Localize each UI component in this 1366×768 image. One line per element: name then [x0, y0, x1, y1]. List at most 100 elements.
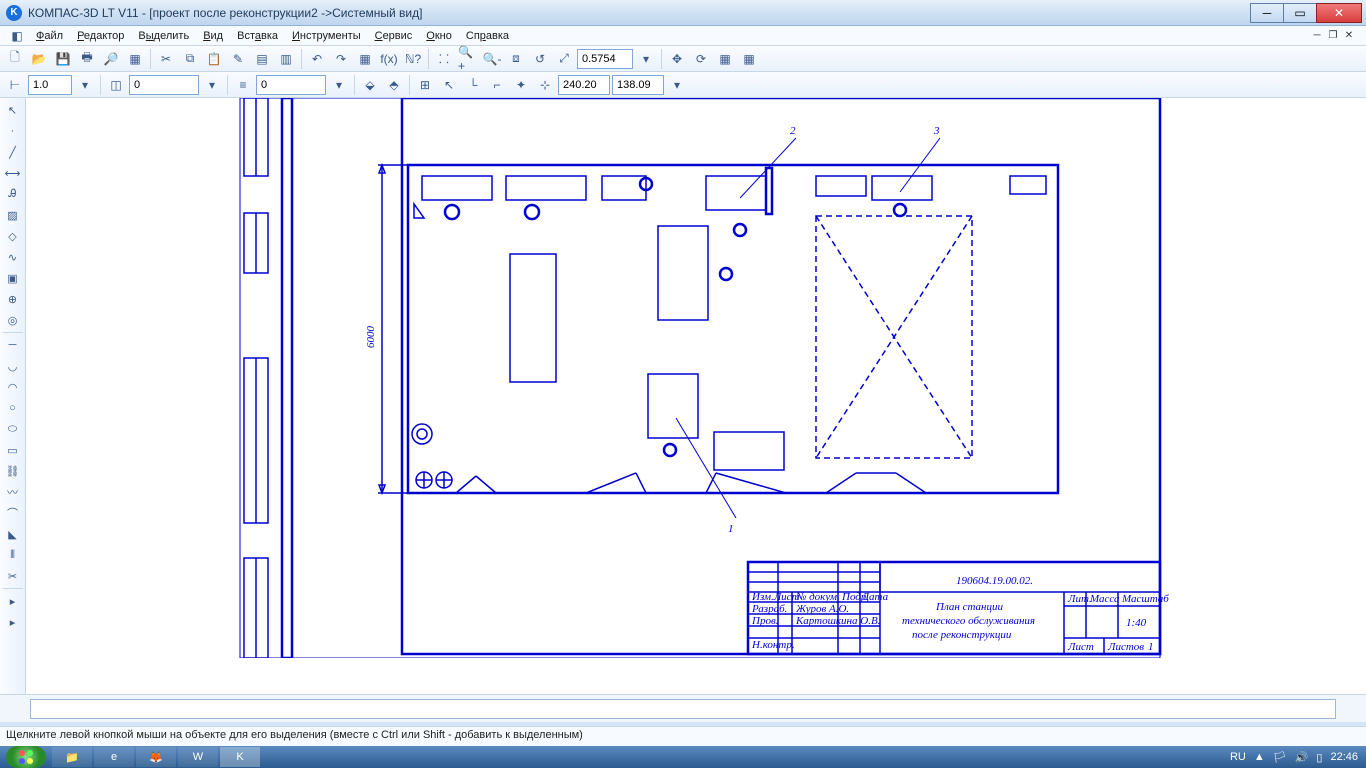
- vtool-offset-icon[interactable]: ⫴: [2, 545, 24, 565]
- maximize-button[interactable]: ▭: [1283, 3, 1317, 23]
- format-icon[interactable]: ✎: [227, 48, 249, 70]
- stop-icon[interactable]: ⊢: [4, 74, 26, 96]
- tray-lang[interactable]: RU: [1230, 751, 1246, 763]
- vtool-point-icon[interactable]: ·: [2, 121, 24, 141]
- prop3-input[interactable]: [256, 75, 326, 95]
- tray-flag-icon[interactable]: ▲: [1254, 751, 1265, 763]
- move-view-icon[interactable]: ⸬: [433, 48, 455, 70]
- command-input[interactable]: [30, 699, 1336, 719]
- grid-icon[interactable]: ▦: [714, 48, 736, 70]
- menu-insert[interactable]: Вставка: [231, 28, 284, 44]
- fx-icon[interactable]: f(x): [378, 48, 400, 70]
- tray-vol-icon[interactable]: 🔊: [1295, 751, 1309, 764]
- vtool-fillet-icon[interactable]: ⌒: [2, 503, 24, 523]
- zoom-window-icon[interactable]: ⧈: [505, 48, 527, 70]
- layer-icon[interactable]: ◫: [105, 74, 127, 96]
- redraw-icon[interactable]: ⟳: [690, 48, 712, 70]
- linetype-icon[interactable]: ≡: [232, 74, 254, 96]
- vtool-param-icon[interactable]: ⊕: [2, 289, 24, 309]
- props-icon[interactable]: ▦: [124, 48, 146, 70]
- ortho-icon[interactable]: └: [462, 74, 484, 96]
- dd4-icon[interactable]: ▾: [666, 74, 688, 96]
- select2-icon[interactable]: ▥: [275, 48, 297, 70]
- select-all-icon[interactable]: ▤: [251, 48, 273, 70]
- prop2-input[interactable]: [129, 75, 199, 95]
- vtool-ellipse-icon[interactable]: ⬭: [2, 419, 24, 439]
- copy-icon[interactable]: ⧉: [179, 48, 201, 70]
- save-icon[interactable]: 💾: [52, 48, 74, 70]
- snap2-icon[interactable]: ⬘: [383, 74, 405, 96]
- menu-service[interactable]: Сервис: [369, 28, 419, 44]
- vtool-arc2-icon[interactable]: ◠: [2, 377, 24, 397]
- tray-net-icon[interactable]: 🏳: [1273, 751, 1287, 764]
- zoom-in-icon[interactable]: 🔍+: [457, 48, 479, 70]
- dd1-icon[interactable]: ▾: [74, 74, 96, 96]
- mdi-restore-button[interactable]: ❐: [1326, 30, 1340, 42]
- vtool-dim-icon[interactable]: ⟷: [2, 163, 24, 183]
- layers-icon[interactable]: ▦: [354, 48, 376, 70]
- menu-help[interactable]: Справка: [460, 28, 515, 44]
- print-icon[interactable]: 🖶: [76, 48, 98, 70]
- vtool-edit-icon[interactable]: ▣: [2, 268, 24, 288]
- menu-tools[interactable]: Инструменты: [286, 28, 367, 44]
- task-firefox[interactable]: 🦊: [136, 747, 176, 767]
- prop1-input[interactable]: [28, 75, 72, 95]
- cursor-icon[interactable]: ↖: [438, 74, 460, 96]
- start-button[interactable]: [6, 746, 46, 768]
- ortho2-icon[interactable]: ⌐: [486, 74, 508, 96]
- vtool-bezier-icon[interactable]: 〰: [2, 482, 24, 502]
- vtool-hatch-icon[interactable]: ▨: [2, 205, 24, 225]
- minimize-button[interactable]: ─: [1250, 3, 1284, 23]
- task-kompas[interactable]: K: [220, 747, 260, 767]
- vtool-measure-icon[interactable]: ◎: [2, 310, 24, 330]
- vtool-chamfer-icon[interactable]: ◣: [2, 524, 24, 544]
- vtool-rect-icon[interactable]: ▭: [2, 440, 24, 460]
- grid3-icon[interactable]: ⊞: [414, 74, 436, 96]
- zoom-prev-icon[interactable]: ↺: [529, 48, 551, 70]
- zoom-dd-icon[interactable]: ▾: [635, 48, 657, 70]
- close-button[interactable]: ✕: [1316, 3, 1362, 23]
- x-input[interactable]: [558, 75, 610, 95]
- task-ie[interactable]: e: [94, 747, 134, 767]
- vtool-shape-icon[interactable]: ◇: [2, 226, 24, 246]
- dd3-icon[interactable]: ▾: [328, 74, 350, 96]
- dd2-icon[interactable]: ▾: [201, 74, 223, 96]
- vtool-more2-icon[interactable]: ▸: [2, 612, 24, 632]
- redo-icon[interactable]: ↷: [330, 48, 352, 70]
- task-explorer[interactable]: 📁: [52, 747, 92, 767]
- coord-icon[interactable]: ⊹: [534, 74, 556, 96]
- cut-icon[interactable]: ✂: [155, 48, 177, 70]
- snap1-icon[interactable]: ⬙: [359, 74, 381, 96]
- help-icon[interactable]: ℕ?: [402, 48, 424, 70]
- paste-icon[interactable]: 📋: [203, 48, 225, 70]
- tray-time[interactable]: 22:46: [1330, 751, 1358, 763]
- snap3-icon[interactable]: ✦: [510, 74, 532, 96]
- vtool-circle-icon[interactable]: ○: [2, 398, 24, 418]
- menu-edit[interactable]: Редактор: [71, 28, 130, 44]
- y-input[interactable]: [612, 75, 664, 95]
- vtool-text-icon[interactable]: Ꭿ: [2, 184, 24, 204]
- app-menu-icon[interactable]: ◧: [6, 25, 28, 47]
- vtool-arc-icon[interactable]: ◡: [2, 356, 24, 376]
- mdi-close-button[interactable]: ✕: [1342, 30, 1356, 42]
- preview-icon[interactable]: 🔎: [100, 48, 122, 70]
- vtool-line-icon[interactable]: ╱: [2, 142, 24, 162]
- vtool-spline-icon[interactable]: ∿: [2, 247, 24, 267]
- tray-more-icon[interactable]: ▯: [1316, 751, 1322, 764]
- pan-icon[interactable]: ✥: [666, 48, 688, 70]
- new-icon[interactable]: 🗋: [4, 48, 26, 70]
- vtool-chain-icon[interactable]: ⛓: [2, 461, 24, 481]
- vtool-select-icon[interactable]: ↖: [2, 100, 24, 120]
- vtool-more1-icon[interactable]: ▸: [2, 591, 24, 611]
- zoom-input[interactable]: [577, 49, 633, 69]
- zoom-fit-icon[interactable]: ⤢: [553, 48, 575, 70]
- menu-view[interactable]: Вид: [197, 28, 229, 44]
- menu-select[interactable]: Выделить: [132, 28, 195, 44]
- undo-icon[interactable]: ↶: [306, 48, 328, 70]
- grid2-icon[interactable]: ▦: [738, 48, 760, 70]
- open-icon[interactable]: 📂: [28, 48, 50, 70]
- menu-window[interactable]: Окно: [420, 28, 458, 44]
- task-word[interactable]: W: [178, 747, 218, 767]
- vtool-seg-icon[interactable]: ─: [2, 335, 24, 355]
- vtool-break-icon[interactable]: ✂: [2, 566, 24, 586]
